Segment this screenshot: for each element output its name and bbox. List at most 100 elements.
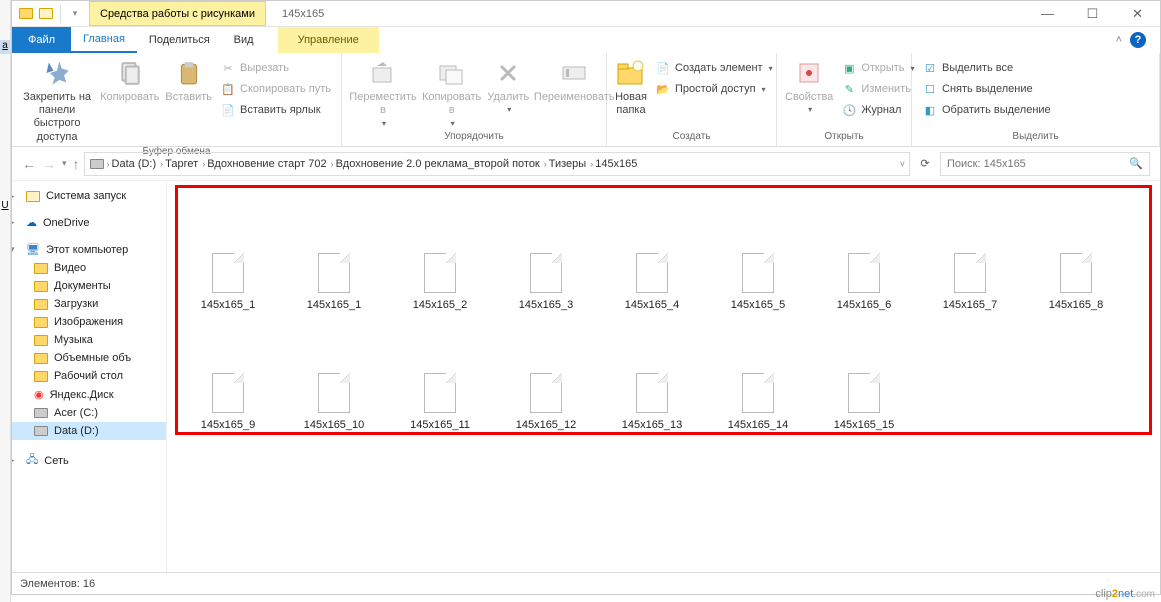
titlebar: ▾ Средства работы с рисунками 145x165 — … xyxy=(12,1,1160,27)
file-item[interactable]: 145x165_4 xyxy=(599,191,705,311)
file-item[interactable]: 145x165_3 xyxy=(493,191,599,311)
copy-button[interactable]: Копировать xyxy=(100,57,159,103)
file-label: 145x165_4 xyxy=(625,299,679,311)
ribbon-collapse-icon[interactable]: ˄ xyxy=(1116,34,1122,46)
file-item[interactable]: 145x165_1 xyxy=(175,191,281,311)
group-label-new: Создать xyxy=(607,129,776,146)
file-icon xyxy=(424,373,456,413)
edit-button[interactable]: ✎Изменить xyxy=(839,80,916,98)
rename-button[interactable]: Переименовать xyxy=(535,57,613,103)
tree-network[interactable]: ▸🖧Сеть xyxy=(12,448,166,473)
file-item[interactable]: 145x165_1 xyxy=(281,191,387,311)
file-tab[interactable]: Файл xyxy=(12,27,71,53)
file-item[interactable]: 145x165_15 xyxy=(811,311,917,431)
copy-label: Копировать xyxy=(100,91,159,103)
crumb[interactable]: Таргет› xyxy=(165,158,205,170)
file-item[interactable]: 145x165_6 xyxy=(811,191,917,311)
file-icon xyxy=(530,253,562,293)
tree-pictures[interactable]: Изображения xyxy=(12,313,166,331)
recent-dropdown[interactable]: ▾ xyxy=(62,158,67,169)
tree-yandex[interactable]: ◉Яндекс.Диск xyxy=(12,385,166,404)
delete-button[interactable]: Удалить▾ xyxy=(487,57,529,114)
crumb[interactable]: Вдохновение 2.0 реклама_второй поток› xyxy=(336,158,547,170)
file-icon xyxy=(318,253,350,293)
path-icon: 📋 xyxy=(220,81,236,97)
address-bar[interactable]: › Data (D:)› Таргет› Вдохновение старт 7… xyxy=(84,152,910,176)
invert-icon: ◧ xyxy=(922,102,938,118)
file-item[interactable]: 145x165_2 xyxy=(387,191,493,311)
file-label: 145x165_6 xyxy=(837,299,891,311)
tree-downloads[interactable]: Загрузки xyxy=(12,295,166,313)
address-dropdown[interactable]: ˅ xyxy=(900,159,905,169)
tab-manage[interactable]: Управление xyxy=(278,27,379,53)
tree-onedrive[interactable]: ▸☁OneDrive xyxy=(12,213,166,232)
up-button[interactable]: ↑ xyxy=(73,156,80,172)
paste-shortcut-button[interactable]: 📄Вставить ярлык xyxy=(218,101,333,119)
tree-this-pc[interactable]: ▾🖥Этот компьютер xyxy=(12,240,166,259)
file-item[interactable]: 145x165_14 xyxy=(705,311,811,431)
crumb[interactable]: 145x165 xyxy=(595,158,637,170)
copypath-button[interactable]: 📋Скопировать путь xyxy=(218,80,333,98)
select-none-button[interactable]: ☐Снять выделение xyxy=(920,80,1053,98)
file-item[interactable]: 145x165_5 xyxy=(705,191,811,311)
main-area: ▸Система запуск ▸☁OneDrive ▾🖥Этот компью… xyxy=(12,181,1160,572)
tree-desktop[interactable]: Рабочий стол xyxy=(12,367,166,385)
navigation-bar: ← → ▾ ↑ › Data (D:)› Таргет› Вдохновение… xyxy=(12,147,1160,181)
tab-share[interactable]: Поделиться xyxy=(137,27,222,53)
ribbon-tabs: Файл Главная Поделиться Вид Управление ˄… xyxy=(12,27,1160,53)
file-label: 145x165_5 xyxy=(731,299,785,311)
history-button[interactable]: 🕓Журнал xyxy=(839,101,916,119)
new-folder-button[interactable]: Новая папка xyxy=(615,57,647,117)
tree-3d[interactable]: Объемные объ xyxy=(12,349,166,367)
search-input[interactable] xyxy=(947,158,1129,170)
tree-quick-access[interactable]: ▸Система запуск xyxy=(12,187,166,205)
file-grid[interactable]: 145x165_1145x165_1145x165_2145x165_3145x… xyxy=(167,181,1160,572)
file-item[interactable]: 145x165_11 xyxy=(387,311,493,431)
help-icon[interactable]: ? xyxy=(1130,32,1146,48)
easy-access-icon: 📂 xyxy=(655,81,671,97)
open-button[interactable]: ▣Открыть▾ xyxy=(839,59,916,77)
close-button[interactable]: ✕ xyxy=(1115,1,1160,26)
qat-item[interactable] xyxy=(38,6,54,22)
refresh-button[interactable]: ⟳ xyxy=(914,157,936,170)
file-item[interactable]: 145x165_12 xyxy=(493,311,599,431)
pin-button[interactable]: Закрепить на панели быстрого доступа xyxy=(20,57,94,144)
paste-button[interactable]: Вставить xyxy=(165,57,212,103)
maximize-button[interactable]: ☐ xyxy=(1070,1,1115,26)
tree-documents[interactable]: Документы xyxy=(12,277,166,295)
invert-selection-button[interactable]: ◧Обратить выделение xyxy=(920,101,1053,119)
select-all-button[interactable]: ☑Выделить все xyxy=(920,59,1053,77)
file-item[interactable]: 145x165_9 xyxy=(175,311,281,431)
properties-button[interactable]: Свойства▾ xyxy=(785,57,833,114)
tree-drive-c[interactable]: Acer (C:) xyxy=(12,404,166,422)
new-item-button[interactable]: 📄Создать элемент▾ xyxy=(653,59,775,77)
file-item[interactable]: 145x165_7 xyxy=(917,191,1023,311)
separator xyxy=(60,5,61,23)
left-artifact-a: a xyxy=(0,40,10,54)
copyto-button[interactable]: Копировать в▾ xyxy=(422,57,481,128)
file-item[interactable]: 145x165_8 xyxy=(1023,191,1129,311)
tab-home[interactable]: Главная xyxy=(71,27,137,53)
forward-button[interactable]: → xyxy=(42,156,56,172)
easy-access-button[interactable]: 📂Простой доступ▾ xyxy=(653,80,775,98)
shortcut-icon: 📄 xyxy=(220,102,236,118)
tree-videos[interactable]: Видео xyxy=(12,259,166,277)
cut-button[interactable]: ✂Вырезать xyxy=(218,59,333,77)
file-item[interactable]: 145x165_13 xyxy=(599,311,705,431)
navigation-tree[interactable]: ▸Система запуск ▸☁OneDrive ▾🖥Этот компью… xyxy=(12,181,167,572)
search-box[interactable]: 🔍 xyxy=(940,152,1150,176)
tree-music[interactable]: Музыка xyxy=(12,331,166,349)
qat-dropdown[interactable]: ▾ xyxy=(67,6,83,22)
crumb[interactable]: Data (D:)› xyxy=(112,158,164,170)
tab-view[interactable]: Вид xyxy=(222,27,266,53)
tree-drive-d[interactable]: Data (D:) xyxy=(12,422,166,440)
crumb[interactable]: Вдохновение старт 702› xyxy=(207,158,333,170)
minimize-button[interactable]: — xyxy=(1025,1,1070,26)
back-button[interactable]: ← xyxy=(22,156,36,172)
moveto-button[interactable]: Переместить в▾ xyxy=(350,57,416,128)
file-icon xyxy=(1060,253,1092,293)
file-icon xyxy=(212,253,244,293)
file-label: 145x165_8 xyxy=(1049,299,1103,311)
file-item[interactable]: 145x165_10 xyxy=(281,311,387,431)
crumb[interactable]: Тизеры› xyxy=(549,158,593,170)
